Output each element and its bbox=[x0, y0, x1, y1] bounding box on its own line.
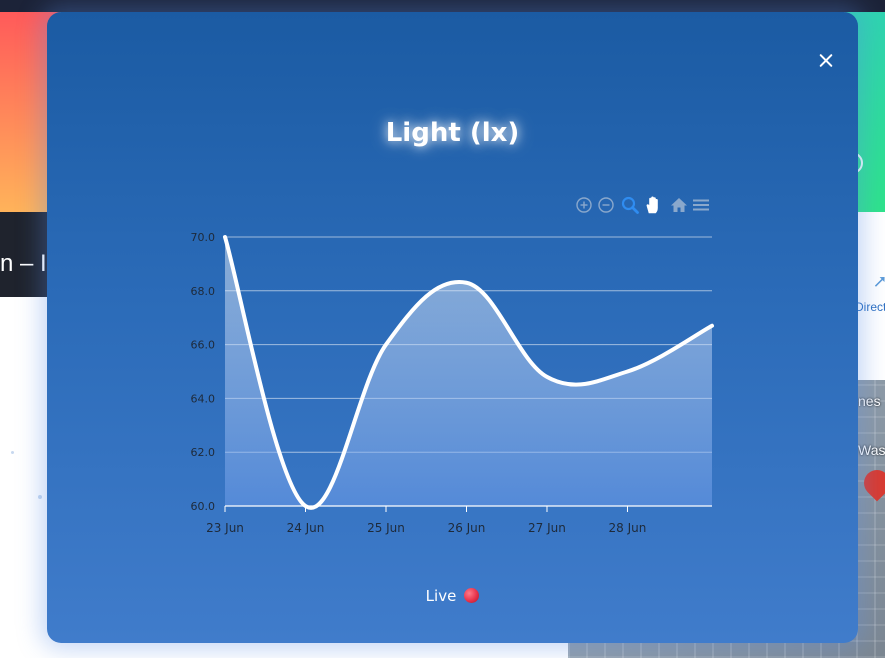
directions-label: Direct bbox=[855, 300, 885, 314]
x-tick-label: 23 Jun bbox=[206, 521, 244, 535]
y-tick-label: 66.0 bbox=[191, 339, 216, 352]
background-top-bar bbox=[0, 0, 885, 12]
x-tick-label: 26 Jun bbox=[448, 521, 486, 535]
series-area bbox=[225, 237, 712, 508]
y-tick-label: 62.0 bbox=[191, 446, 216, 459]
background-dot bbox=[11, 451, 14, 454]
modal-title: Light (lx) bbox=[385, 118, 520, 148]
background-dot bbox=[38, 495, 42, 499]
live-label: Live bbox=[425, 586, 457, 605]
map-label: nes bbox=[858, 393, 881, 409]
x-tick-label: 27 Jun bbox=[528, 521, 566, 535]
chart-modal: Light (lx) 60.0 62.0 64.0 66.0 68.0 70.0… bbox=[47, 12, 858, 643]
directions-icon: ⭧ bbox=[874, 272, 885, 293]
light-chart: 60.0 62.0 64.0 66.0 68.0 70.0 23 Jun 24 Jun 25 … bbox=[191, 231, 714, 535]
x-tick-label: 25 Jun bbox=[367, 521, 405, 535]
x-tick-label: 24 Jun bbox=[287, 521, 325, 535]
map-label: Was bbox=[858, 442, 885, 458]
y-tick-label: 68.0 bbox=[191, 285, 216, 298]
close-icon[interactable] bbox=[813, 48, 839, 74]
y-tick-label: 70.0 bbox=[191, 231, 216, 244]
live-indicator-icon bbox=[464, 588, 480, 603]
y-tick-label: 60.0 bbox=[191, 500, 216, 513]
live-status: Live bbox=[47, 586, 858, 605]
y-tick-label: 64.0 bbox=[191, 392, 216, 405]
background-directions-panel bbox=[855, 248, 885, 383]
x-tick-label: 28 Jun bbox=[609, 521, 647, 535]
